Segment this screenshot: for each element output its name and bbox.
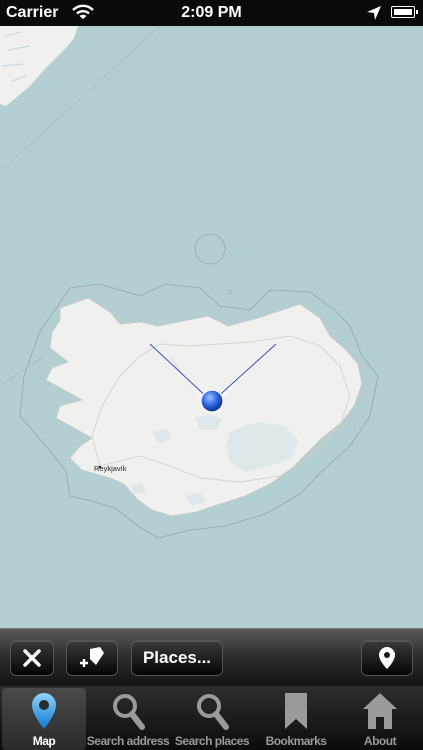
tab-search-address[interactable]: Search address [86, 688, 170, 750]
search-icon [113, 694, 145, 730]
tab-search-address-label: Search address [86, 734, 170, 748]
home-icon [363, 693, 397, 729]
map-canvas[interactable]: Reykjavík [0, 25, 423, 628]
tab-bookmarks-label: Bookmarks [265, 734, 327, 748]
add-pin-icon [80, 647, 104, 667]
places-button[interactable]: Places... [131, 640, 223, 676]
clock: 2:09 PM [181, 4, 242, 21]
tab-map[interactable]: Map [2, 688, 86, 750]
tab-bar: Map Search address Search places Bookmar… [0, 686, 423, 750]
map-pin-icon [379, 647, 395, 669]
status-bar: Carrier 2:09 PM [0, 0, 423, 26]
current-location-marker[interactable] [200, 389, 224, 413]
city-label-reykjavik: Reykjavík [94, 464, 127, 473]
tab-search-places-label: Search places [174, 734, 250, 748]
location-arrow-icon [367, 6, 381, 20]
search-icon [197, 694, 229, 730]
bookmark-icon [285, 693, 307, 729]
battery-icon [391, 6, 418, 18]
add-marker-button[interactable] [66, 640, 118, 676]
places-button-label: Places... [142, 648, 212, 667]
close-icon [23, 649, 41, 667]
map-view[interactable]: Reykjavík [0, 25, 423, 628]
tab-about[interactable]: About [338, 688, 422, 750]
clear-button[interactable] [10, 640, 54, 676]
map-pin-icon [32, 693, 56, 729]
map-toolbar: Places... [0, 628, 423, 686]
tab-search-places[interactable]: Search places [170, 688, 254, 750]
locate-button[interactable] [361, 640, 413, 676]
tab-about-label: About [363, 734, 397, 748]
tab-map-label: Map [32, 734, 56, 748]
tab-bookmarks[interactable]: Bookmarks [254, 688, 338, 750]
